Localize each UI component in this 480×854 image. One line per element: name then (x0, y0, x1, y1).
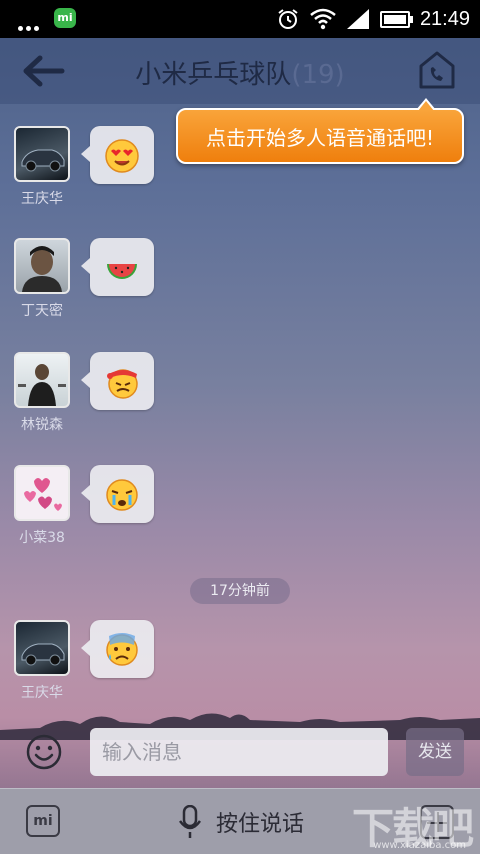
group-call-button[interactable] (418, 50, 456, 90)
message-item: 林锐森 (14, 352, 174, 452)
message-bubble[interactable] (81, 126, 154, 184)
sender-name: 王庆华 (21, 191, 63, 207)
tooltip-text: 点击开始多人语音通话吧! (205, 126, 435, 150)
sender-name: 小菜38 (19, 530, 65, 546)
message-bubble[interactable] (81, 352, 154, 410)
member-count: (19) (291, 60, 345, 90)
watermark-url: www.xiazaiba.com (373, 840, 466, 851)
message-bubble[interactable] (81, 620, 154, 678)
person-photo-icon (18, 364, 66, 406)
crying-emoji-icon (106, 479, 138, 511)
wifi-icon (310, 8, 336, 30)
clock: 21:49 (419, 7, 470, 30)
page-title: 小米乒乓球队(19) (0, 54, 480, 91)
message-item: 王庆华 (14, 126, 174, 226)
angry-bandana-emoji-icon (107, 369, 138, 399)
push-to-talk-button[interactable]: 按住说话 (178, 803, 304, 841)
anxious-sweat-emoji-icon (106, 633, 138, 666)
watermelon-emoji-icon (107, 264, 137, 279)
avatar[interactable] (14, 620, 70, 676)
heart-eyes-emoji-icon (105, 139, 139, 173)
signal-icon (346, 9, 369, 29)
alarm-icon (278, 9, 298, 29)
mi-notification-icon: mi (54, 8, 76, 28)
avatar[interactable] (14, 465, 70, 521)
message-item: 丁天密 (14, 238, 174, 338)
person-photo-icon (22, 246, 62, 292)
mi-keyboard-button[interactable]: mi (26, 805, 60, 837)
emoji-button[interactable] (26, 734, 62, 770)
message-item: 小菜38 (14, 465, 174, 565)
battery-icon (379, 10, 413, 28)
sender-name: 丁天密 (21, 303, 63, 319)
status-icons: 21:49 (276, 6, 470, 32)
chat-screen: mi 21:49 小米乒乓球队(19) 点击开始多人语音通话吧! 王庆华 丁天密… (0, 0, 480, 854)
bottom-bar: mi 按住说话 下载吧 www.xiazaiba.com (0, 788, 480, 854)
avatar[interactable] (14, 352, 70, 408)
sender-name: 林锐森 (21, 417, 63, 433)
message-input[interactable] (90, 728, 388, 776)
car-photo-icon (21, 643, 65, 666)
status-bar: mi 21:49 (0, 0, 480, 38)
chat-header: 小米乒乓球队(19) (0, 38, 480, 104)
send-button[interactable]: 发送 (406, 728, 464, 776)
avatar[interactable] (14, 126, 70, 182)
more-notifications-icon (18, 16, 44, 31)
microphone-icon (178, 805, 202, 838)
car-photo-icon (21, 149, 65, 172)
voice-call-tooltip[interactable]: 点击开始多人语音通话吧! (176, 98, 464, 164)
hearts-photo-icon (24, 478, 62, 511)
message-bubble[interactable] (81, 238, 154, 296)
push-to-talk-label: 按住说话 (216, 812, 305, 837)
input-bar: 发送 (0, 722, 480, 788)
message-bubble[interactable] (81, 465, 154, 523)
group-name: 小米乒乓球队 (135, 60, 292, 90)
avatar[interactable] (14, 238, 70, 294)
timestamp-separator: 17分钟前 (190, 578, 290, 604)
